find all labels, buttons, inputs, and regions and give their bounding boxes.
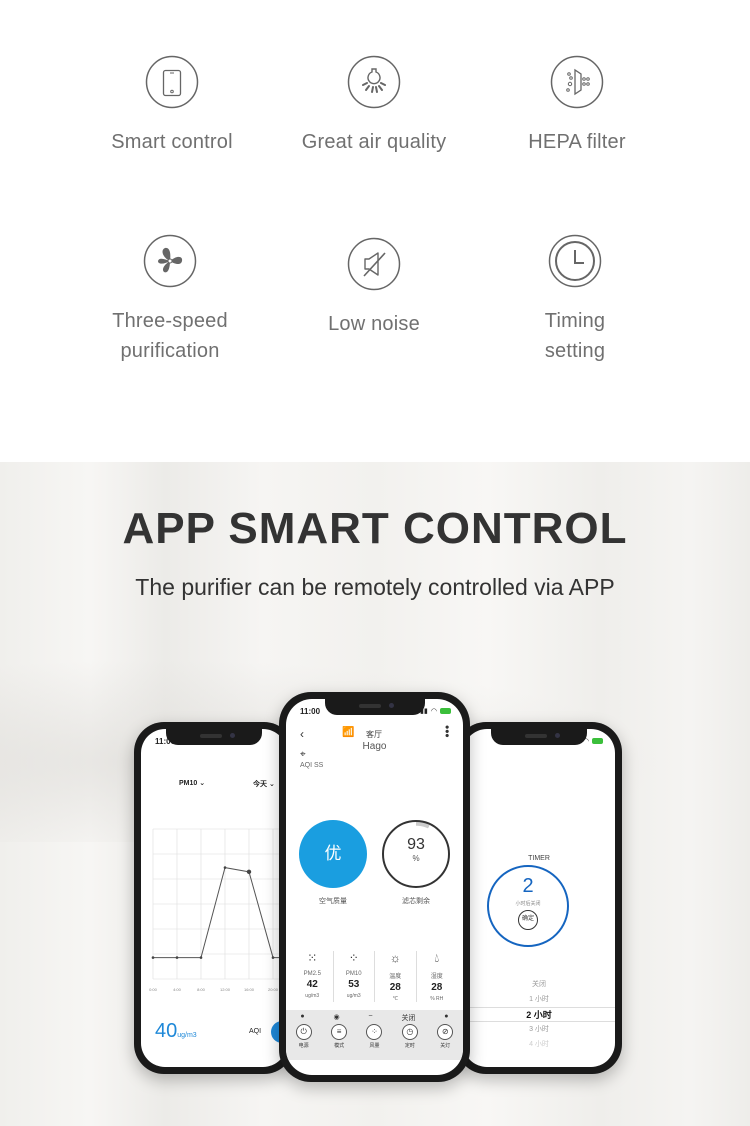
sun-icon: ☼ [389,951,401,965]
phone-dashboard-screen: 11:00 ▮▮ ◠ ‹ 📶 客厅 ••• Hago ⌖ AQI SS 优 93 … [279,692,470,1082]
picker-option[interactable]: 3 小时 [463,1022,615,1037]
metric-pm25: ⁙ PM2.5 42 ug/m3 [292,951,334,1002]
pm25-icon: ⁙ [307,951,318,965]
fan-icon [143,234,197,288]
room-name: 客厅 [366,730,382,739]
metric-dropdown[interactable]: PM10 ⌄ [179,779,205,787]
feature-label: Timing setting [544,310,606,362]
fan-speed-icon: ⁘ [366,1024,383,1040]
smartphone-icon [145,55,199,109]
section-title: APP SMART CONTROL [122,504,628,553]
device-name: Hago [362,741,387,752]
metrics-row: ⁙ PM2.5 42 ug/m3 ⁘ PM10 53 ug/m3 ☼ 温度 28… [292,951,457,1002]
feature-label: Three-speed purification [112,310,228,362]
data-point [246,869,252,875]
x-tick-label: 12:00 [220,987,231,992]
metric-temperature: ☼ 温度 28 ℃ [375,951,417,1002]
picker-option[interactable]: 4 小时 [463,1037,615,1052]
clock-icon [548,234,602,288]
chevron-down-icon: ⌄ [268,781,275,788]
pm10-line-chart: 0:00 4:00 8:00 12:00 16:00 20:00 [149,828,285,992]
phone-chart-screen: 11:00 PM10 ⌄ 今天 ⌄ 0:00 4:00 8:00 12:00 16:00… [134,722,294,1074]
lightbulb-icon [347,55,401,109]
data-point [199,956,203,959]
hepa-filter-icon [550,55,604,109]
feature-air-quality: Great air quality [274,55,474,157]
air-quality-caption: 空气质量 [319,898,347,905]
feature-label: Smart control [111,131,233,153]
timer-button[interactable]: ◷ 定时 [401,1024,418,1049]
droplet-icon: 💧︎ [434,951,440,965]
feature-label: HEPA filter [528,131,626,153]
confirm-button[interactable]: 确定 [518,910,538,930]
feature-low-noise: Low noise [274,237,474,339]
power-icon: ⏻ [295,1024,312,1040]
x-tick-label: 16:00 [244,987,255,992]
battery-icon [440,708,451,714]
x-tick-label: 0:00 [149,987,158,992]
filter-caption: 滤芯剩余 [402,898,430,905]
x-tick-label: 4:00 [173,987,182,992]
data-point [223,866,227,869]
feature-hepa-filter: HEPA filter [477,55,677,157]
control-bar: ● ◉ ~ 关闭 ● ⏻ 电源 ≡ 模式 ⁘ 风量 ◷ 定时 ⊘ 关灯 [286,1010,463,1060]
battery-icon [592,738,603,744]
current-pm-value: 40ug/m3 [155,1020,197,1042]
status-icons: ▮▮◠ [420,707,451,715]
x-tick-label: 20:00 [268,987,279,992]
metric-humidity: 💧︎ 湿度 28 % RH [417,951,458,1002]
wifi-icon: ◠ [430,708,437,715]
series-line [153,866,285,959]
status-time: 11:00 [300,707,321,716]
phone-timer-screen: ▮▮◠ TIMER 2 小时后关闭 确定 关闭 1 小时 2 小时 3 小时 4… [456,722,622,1074]
pm10-icon: ⁘ [348,951,359,965]
fan-speed-button[interactable]: ⁘ 风量 [366,1024,383,1049]
feature-label: Great air quality [301,131,447,153]
metric-pm10: ⁘ PM10 53 ug/m3 [334,951,375,1002]
light-off-button[interactable]: ⊘ 关灯 [437,1024,454,1049]
features-section: Smart control Great air quality HEPA fil… [0,0,750,462]
back-button[interactable]: ‹ [300,727,304,741]
location-pin-icon: ⌖ [300,749,306,760]
more-menu-button[interactable]: ••• [440,725,454,738]
data-point [271,956,275,959]
section-subtitle: The purifier can be remotely controlled … [135,574,615,600]
x-tick-label: 8:00 [197,987,206,992]
timer-label: TIMER [528,855,550,862]
filter-value: 93 [407,836,425,853]
mute-speaker-icon [347,237,401,291]
feature-timing: Timing setting [475,234,675,366]
feature-label: Low noise [328,313,420,335]
filter-remaining-circle: 93 % [382,820,450,888]
wifi-icon: 📶 [342,727,355,738]
picker-option[interactable]: 1 小时 [463,992,615,1007]
timer-icon: ◷ [401,1024,418,1040]
aqi-status: AQI SS [300,762,324,769]
feature-smart-control: Smart control [72,55,272,157]
timer-value: 2 [522,875,534,897]
aqi-label: AQI [249,1028,262,1035]
timer-subtext: 小时后关闭 [515,901,541,907]
mode-icon: ≡ [331,1024,348,1040]
air-quality-circle: 优 [299,820,367,888]
timer-dial: 2 小时后关闭 确定 [487,865,569,947]
picker-option-selected[interactable]: 2 小时 [463,1007,615,1022]
data-point [175,956,179,959]
picker-option[interactable]: 关闭 [463,977,615,992]
data-point [151,956,155,959]
chevron-down-icon: ⌄ [199,780,206,787]
power-button[interactable]: ⏻ 电源 [295,1024,312,1049]
period-dropdown[interactable]: 今天 ⌄ [253,779,275,789]
mode-button[interactable]: ≡ 模式 [331,1024,348,1049]
filter-unit: % [412,854,420,863]
feature-three-speed: Three-speed purification [70,234,270,366]
control-status-row: ● ◉ ~ 关闭 ● [300,1013,449,1022]
light-off-icon: ⊘ [437,1024,454,1040]
hour-picker[interactable]: 关闭 1 小时 2 小时 3 小时 4 小时 [463,977,615,1052]
